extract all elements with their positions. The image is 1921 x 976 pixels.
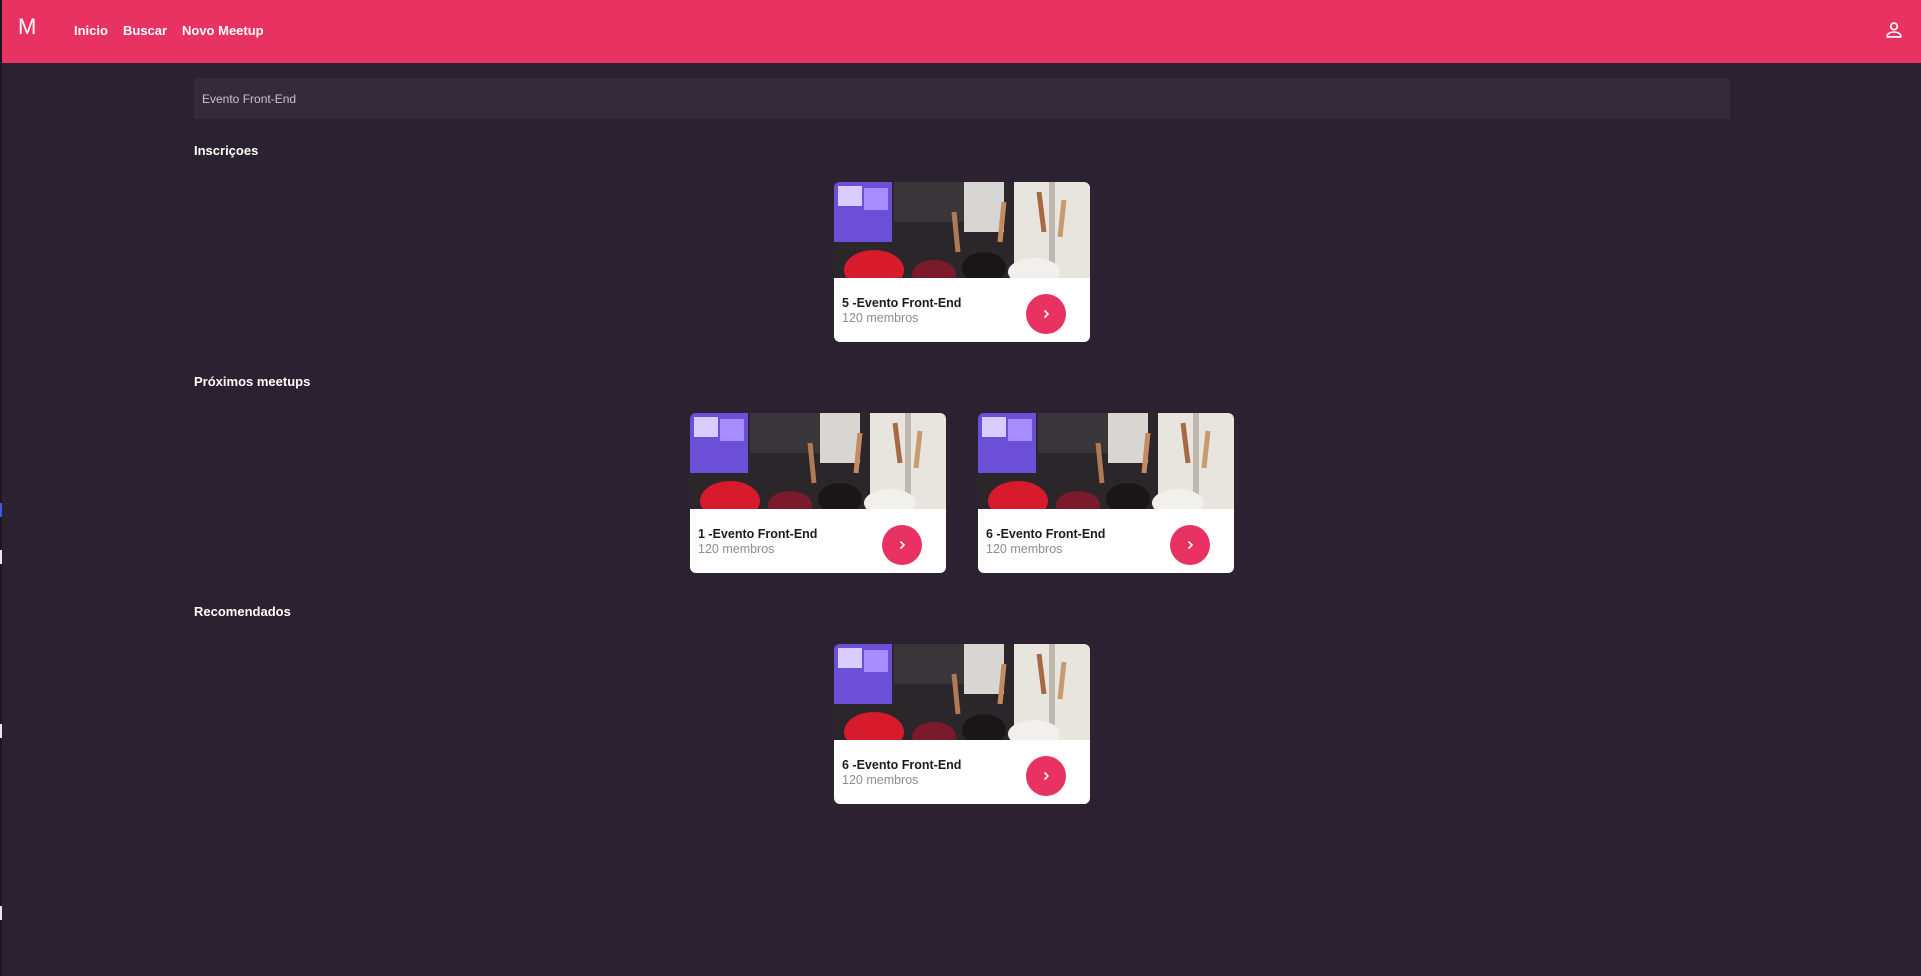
card-title: 5 -Evento Front-End bbox=[842, 296, 962, 310]
meetup-card[interactable]: 5 -Evento Front-End 120 membros bbox=[834, 182, 1090, 342]
window-edge-mark bbox=[0, 906, 2, 920]
open-meetup-button[interactable] bbox=[882, 525, 922, 565]
open-meetup-button[interactable] bbox=[1170, 525, 1210, 565]
nav-link-novo-meetup[interactable]: Novo Meetup bbox=[182, 22, 264, 40]
window-edge-mark bbox=[0, 724, 2, 738]
card-members: 120 membros bbox=[842, 773, 919, 787]
event-photo bbox=[834, 644, 1090, 740]
window-edge bbox=[0, 0, 2, 976]
search-input[interactable] bbox=[194, 78, 1730, 119]
top-app-bar: M Inicio Buscar Novo Meetup bbox=[2, 0, 1921, 63]
chevron-right-icon bbox=[1043, 771, 1050, 781]
card-title: 1 -Evento Front-End bbox=[698, 527, 818, 541]
profile-icon[interactable] bbox=[1883, 19, 1905, 41]
event-photo bbox=[978, 413, 1234, 509]
chevron-right-icon bbox=[899, 540, 906, 550]
card-title: 6 -Evento Front-End bbox=[842, 758, 962, 772]
open-meetup-button[interactable] bbox=[1026, 756, 1066, 796]
chevron-right-icon bbox=[1043, 309, 1050, 319]
card-title: 6 -Evento Front-End bbox=[986, 527, 1106, 541]
card-members: 120 membros bbox=[986, 542, 1063, 556]
nav-link-buscar[interactable]: Buscar bbox=[123, 22, 167, 40]
event-photo bbox=[834, 182, 1090, 278]
window-edge-mark bbox=[0, 503, 2, 517]
window-edge-mark bbox=[0, 550, 2, 564]
meetup-card[interactable]: 1 -Evento Front-End 120 membros bbox=[690, 413, 946, 573]
section-title-recomendados: Recomendados bbox=[194, 604, 291, 619]
event-photo bbox=[690, 413, 946, 509]
card-members: 120 membros bbox=[842, 311, 919, 325]
nav-link-inicio[interactable]: Inicio bbox=[74, 22, 108, 40]
meetup-card[interactable]: 6 -Evento Front-End 120 membros bbox=[978, 413, 1234, 573]
chevron-right-icon bbox=[1187, 540, 1194, 550]
app-logo[interactable]: M bbox=[18, 14, 40, 40]
open-meetup-button[interactable] bbox=[1026, 294, 1066, 334]
section-title-proximos: Próximos meetups bbox=[194, 374, 311, 389]
section-title-inscricoes: Inscriçoes bbox=[194, 143, 259, 158]
card-members: 120 membros bbox=[698, 542, 775, 556]
meetup-card[interactable]: 6 -Evento Front-End 120 membros bbox=[834, 644, 1090, 804]
